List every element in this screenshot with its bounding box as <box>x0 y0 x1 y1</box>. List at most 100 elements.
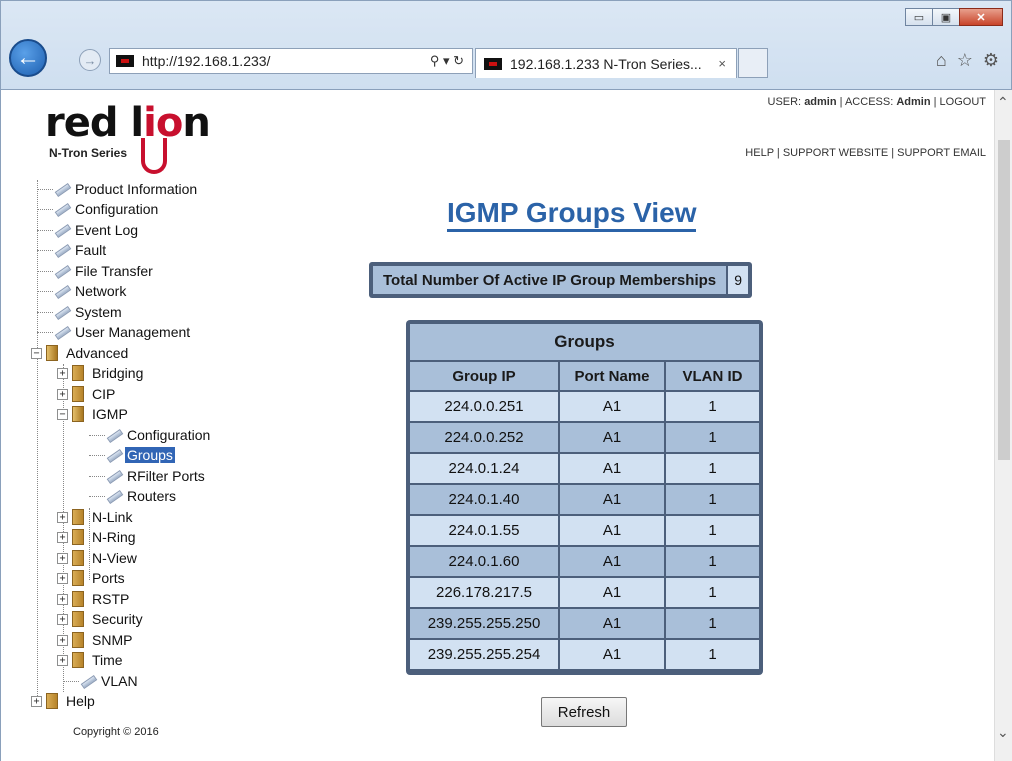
tree-item-network[interactable]: Network <box>31 282 128 300</box>
groups-table-title: Groups <box>410 324 759 360</box>
tree-item-system[interactable]: System <box>31 303 124 321</box>
expand-toggle-icon[interactable]: + <box>31 695 42 707</box>
tree-item-igmp-groups[interactable]: Groups <box>83 446 175 464</box>
tree-item-bridging[interactable]: + Bridging <box>57 364 145 382</box>
total-memberships-box: Total Number Of Active IP Group Membersh… <box>369 262 753 298</box>
support-email-link[interactable]: SUPPORT EMAIL <box>897 147 986 159</box>
expand-toggle-icon[interactable]: + <box>57 388 68 400</box>
close-window-button[interactable]: ✕ <box>959 8 1003 26</box>
expand-toggle-icon[interactable]: + <box>57 552 68 564</box>
tree-item-product-information[interactable]: Product Information <box>31 180 199 198</box>
forward-arrow-icon: → <box>83 52 97 68</box>
favorites-star-icon[interactable]: ☆ <box>957 50 973 71</box>
cell-group-ip: 224.0.1.24 <box>410 454 558 483</box>
tree-item-time[interactable]: + Time <box>57 651 125 669</box>
expand-toggle-icon[interactable]: + <box>57 593 68 605</box>
expand-toggle-icon[interactable]: + <box>57 531 68 543</box>
tree-item-file-transfer[interactable]: File Transfer <box>31 262 155 280</box>
expand-toggle-icon[interactable]: + <box>57 613 68 625</box>
logo-swoosh-icon <box>141 138 167 174</box>
settings-gear-icon[interactable]: ⚙ <box>983 50 999 71</box>
new-tab-button[interactable] <box>738 48 768 78</box>
browser-tab[interactable]: 192.168.1.233 N-Tron Series... × <box>475 48 737 78</box>
expand-toggle-icon[interactable]: + <box>57 654 68 666</box>
cell-group-ip: 224.0.1.60 <box>410 547 558 576</box>
scroll-thumb[interactable] <box>998 140 1010 460</box>
folder-icon <box>72 365 84 381</box>
expand-toggle-icon[interactable]: + <box>57 634 68 646</box>
refresh-button[interactable]: Refresh <box>541 697 627 727</box>
tree-item-snmp[interactable]: + SNMP <box>57 631 134 649</box>
tree-item-igmp-routers[interactable]: Routers <box>83 487 178 505</box>
tree-item-event-log[interactable]: Event Log <box>31 221 140 239</box>
collapse-toggle-icon[interactable]: − <box>57 408 68 420</box>
tab-close-icon[interactable]: × <box>718 56 726 71</box>
cell-port-name: A1 <box>560 640 664 669</box>
tree-item-igmp[interactable]: − IGMP <box>57 405 130 423</box>
tree-item-advanced[interactable]: − Advanced <box>31 344 130 362</box>
folder-icon <box>46 693 58 709</box>
cell-group-ip: 224.0.1.55 <box>410 516 558 545</box>
cell-vlan-id: 1 <box>666 609 759 638</box>
tree-item-n-ring[interactable]: + N-Ring <box>57 528 138 546</box>
column-header-group-ip: Group IP <box>410 362 558 390</box>
tree-item-vlan[interactable]: VLAN <box>57 672 140 690</box>
cell-port-name: A1 <box>560 454 664 483</box>
cell-group-ip: 224.0.0.251 <box>410 392 558 421</box>
tree-item-fault[interactable]: Fault <box>31 241 108 259</box>
scroll-down-icon[interactable]: ⌄ <box>997 724 1009 741</box>
tree-item-cip[interactable]: + CIP <box>57 385 117 403</box>
tree-item-configuration[interactable]: Configuration <box>31 200 160 218</box>
page-scrollbar[interactable]: ⌃ ⌄ <box>994 90 1012 761</box>
page-icon <box>53 325 71 339</box>
collapse-toggle-icon[interactable]: − <box>31 347 42 359</box>
minimize-button[interactable]: ▭ <box>905 8 933 26</box>
address-bar[interactable]: http://192.168.1.233/ ⚲ ▾ ↻ <box>109 48 473 74</box>
maximize-button[interactable]: ▣ <box>932 8 960 26</box>
tree-item-igmp-rfilter-ports[interactable]: RFilter Ports <box>83 467 207 485</box>
tree-item-security[interactable]: + Security <box>57 610 145 628</box>
back-button[interactable]: ← <box>9 39 47 77</box>
user-name: admin <box>804 96 837 108</box>
logo-subtitle: N-Tron Series <box>49 146 128 160</box>
tree-item-ports[interactable]: + Ports <box>57 569 127 587</box>
folder-icon <box>72 632 84 648</box>
folder-icon <box>72 386 84 402</box>
expand-toggle-icon[interactable]: + <box>57 511 68 523</box>
browser-chrome: ▭ ▣ ✕ ← → http://192.168.1.233/ ⚲ ▾ ↻ 19… <box>0 0 1012 90</box>
support-website-link[interactable]: SUPPORT WEBSITE <box>783 147 888 159</box>
cell-vlan-id: 1 <box>666 485 759 514</box>
tree-item-n-view[interactable]: + N-View <box>57 549 139 567</box>
tree-item-igmp-configuration[interactable]: Configuration <box>83 426 212 444</box>
back-arrow-icon: ← <box>16 44 40 71</box>
expand-toggle-icon[interactable]: + <box>57 367 68 379</box>
column-header-vlan-id: VLAN ID <box>666 362 759 390</box>
tree-item-n-link[interactable]: + N-Link <box>57 508 134 526</box>
user-info-bar: USER: admin | ACCESS: Admin | LOGOUT <box>767 96 987 108</box>
cell-vlan-id: 1 <box>666 392 759 421</box>
tree-item-rstp[interactable]: + RSTP <box>57 590 131 608</box>
page-icon <box>53 223 71 237</box>
logout-link[interactable]: LOGOUT <box>940 96 986 108</box>
page-icon <box>53 202 71 216</box>
tree-item-user-management[interactable]: User Management <box>31 323 192 341</box>
groups-table-panel: Groups Group IP Port Name VLAN ID 224.0.… <box>406 320 763 675</box>
tab-favicon-icon <box>484 57 502 70</box>
help-link[interactable]: HELP <box>745 147 774 159</box>
browser-toolbar: ⌂ ☆ ⚙ <box>936 50 999 71</box>
tree-item-help[interactable]: + Help <box>31 692 97 710</box>
forward-button[interactable]: → <box>79 49 101 71</box>
scroll-up-icon[interactable]: ⌃ <box>997 94 1009 111</box>
expand-toggle-icon[interactable]: + <box>57 572 68 584</box>
table-row: 239.255.255.254 A1 1 <box>410 640 759 669</box>
folder-open-icon <box>72 406 84 422</box>
home-icon[interactable]: ⌂ <box>936 50 947 71</box>
column-header-port-name: Port Name <box>560 362 664 390</box>
table-row: 224.0.1.40 A1 1 <box>410 485 759 514</box>
window-controls: ▭ ▣ ✕ <box>905 8 1003 26</box>
cell-vlan-id: 1 <box>666 516 759 545</box>
cell-vlan-id: 1 <box>666 547 759 576</box>
search-refresh-icons[interactable]: ⚲ ▾ ↻ <box>430 53 464 69</box>
redlion-logo: red lion N-Tron Series <box>45 100 215 174</box>
folder-icon <box>72 529 84 545</box>
